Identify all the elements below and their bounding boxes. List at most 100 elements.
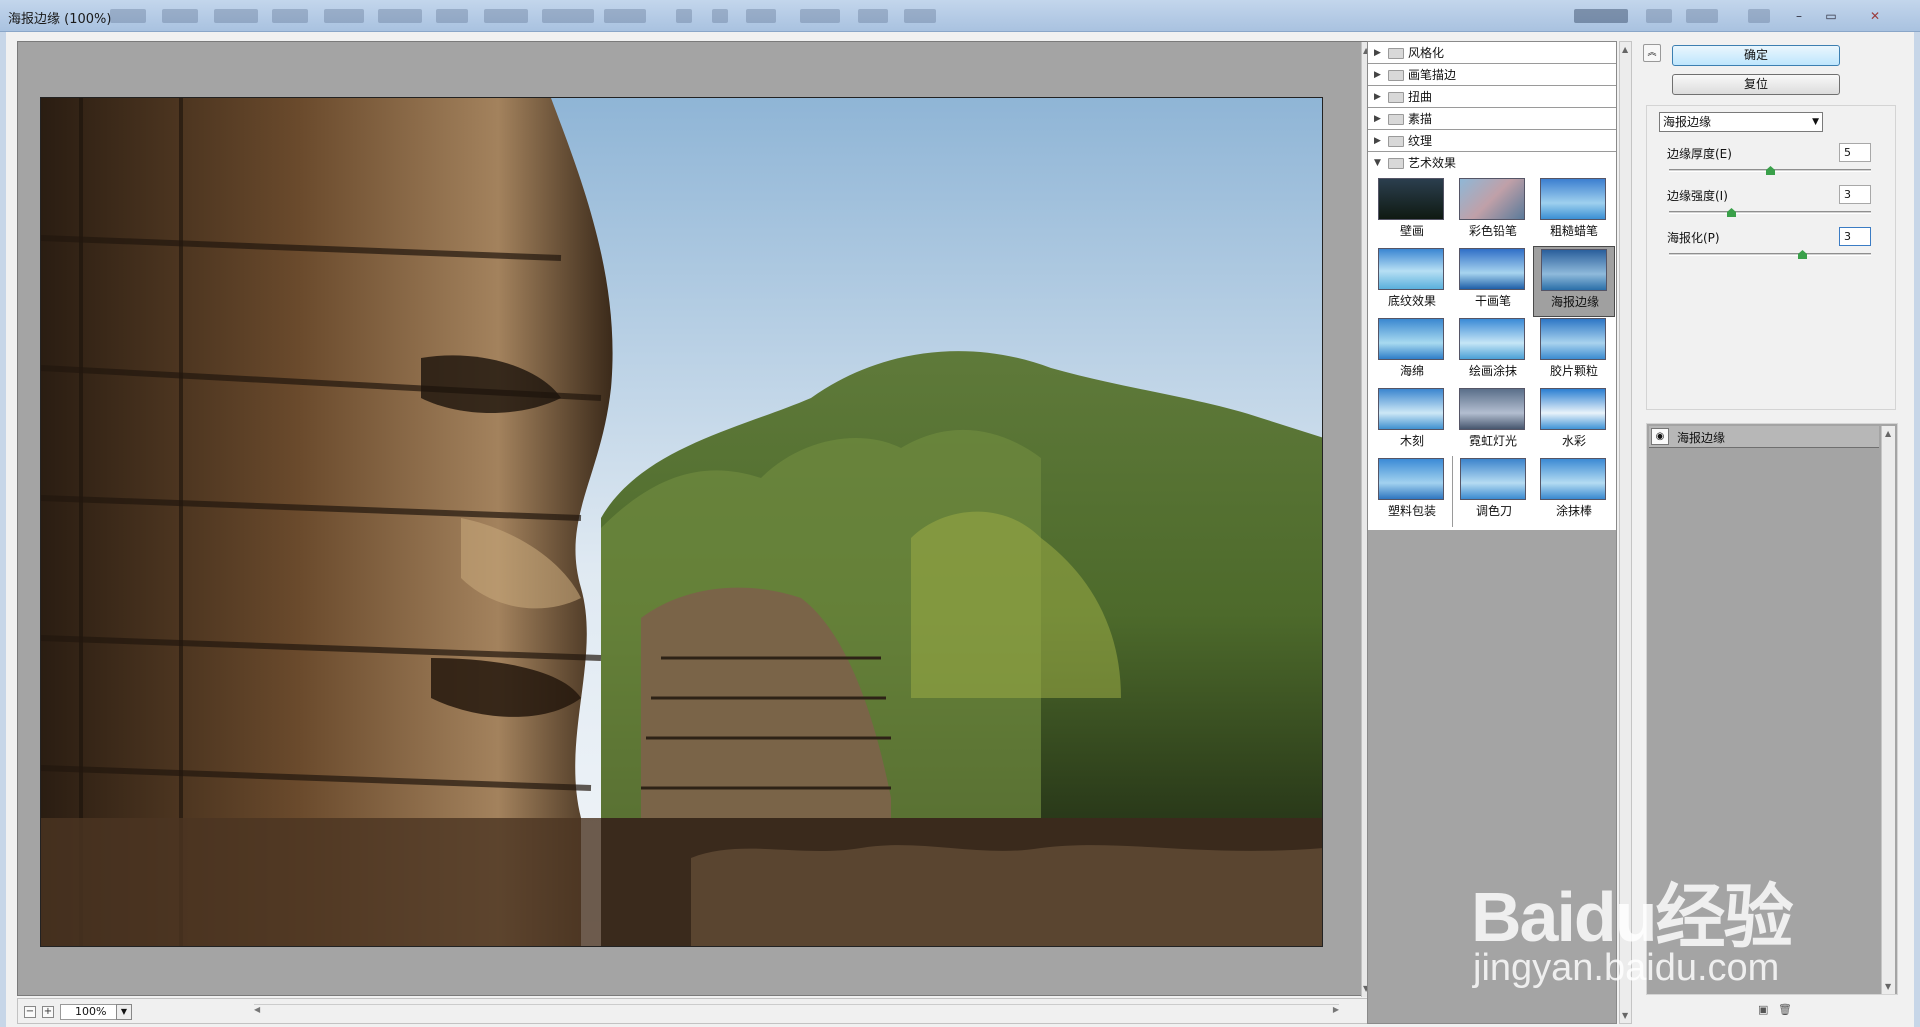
edge-thickness-label: 边缘厚度(E) bbox=[1667, 147, 1732, 161]
filter-thumb[interactable]: 彩色铅笔 bbox=[1452, 176, 1534, 247]
folder-icon bbox=[1388, 48, 1404, 59]
filter-thumbnail-grid: 壁画 彩色铅笔 粗糙蜡笔 底纹效果 干画笔 海报边缘 海绵 绘画涂抹 胶片颗粒 … bbox=[1371, 176, 1615, 527]
expand-arrow-icon[interactable]: ▶ bbox=[1374, 64, 1381, 86]
preview-horizontal-scrollbar[interactable]: ◀ ▶ bbox=[254, 1004, 1339, 1018]
thumb-label: 绘画涂抹 bbox=[1468, 364, 1517, 378]
filter-thumb[interactable]: 水彩 bbox=[1533, 386, 1615, 457]
thumb-label: 海报边缘 bbox=[1550, 295, 1599, 309]
thumb-image bbox=[1378, 458, 1444, 500]
folder-icon bbox=[1388, 136, 1404, 147]
filter-list-scrollbar[interactable]: ▲ ▼ bbox=[1619, 41, 1632, 1024]
category-distort[interactable]: ▶ 扭曲 bbox=[1368, 86, 1616, 108]
filter-thumb[interactable]: 壁画 bbox=[1371, 176, 1453, 247]
zoom-level-field[interactable]: 100% bbox=[60, 1004, 118, 1020]
posterization-label: 海报化(P) bbox=[1667, 231, 1720, 245]
folder-open-icon bbox=[1388, 158, 1404, 169]
new-effect-layer-icon[interactable]: ▣ bbox=[1758, 1003, 1768, 1016]
filter-thumb[interactable]: 木刻 bbox=[1371, 386, 1453, 457]
scroll-down-icon[interactable]: ▼ bbox=[1622, 1011, 1628, 1020]
preview-image-art bbox=[41, 98, 1322, 946]
edge-thickness-slider[interactable] bbox=[1669, 166, 1871, 175]
expand-arrow-icon[interactable]: ▶ bbox=[1374, 108, 1381, 130]
thumb-label: 底纹效果 bbox=[1387, 294, 1436, 308]
scroll-left-icon[interactable]: ◀ bbox=[254, 1005, 260, 1014]
filter-thumb[interactable]: 涂抹棒 bbox=[1533, 456, 1615, 527]
thumb-image bbox=[1459, 388, 1525, 430]
menu-placeholder bbox=[162, 9, 198, 23]
reset-button[interactable]: 复位 bbox=[1672, 74, 1840, 95]
filter-thumb[interactable]: 干画笔 bbox=[1452, 246, 1534, 317]
zoom-out-button[interactable]: − bbox=[24, 1006, 36, 1018]
slider-knob[interactable] bbox=[1766, 166, 1775, 175]
thumb-label: 干画笔 bbox=[1474, 294, 1511, 308]
filter-thumb[interactable]: 底纹效果 bbox=[1371, 246, 1453, 317]
ok-button[interactable]: 确定 bbox=[1672, 45, 1840, 66]
toolbar-icon bbox=[800, 9, 840, 23]
collapse-arrow-icon[interactable]: ▼ bbox=[1374, 152, 1381, 174]
eye-icon[interactable]: ◉ bbox=[1651, 428, 1669, 445]
folder-icon bbox=[1388, 70, 1404, 81]
filter-thumb[interactable]: 海绵 bbox=[1371, 316, 1453, 387]
category-label: 风格化 bbox=[1408, 46, 1445, 60]
thumb-image bbox=[1378, 178, 1444, 220]
trash-icon[interactable]: 🗑 bbox=[1778, 1003, 1792, 1016]
effect-layers-panel: ◉ 海报边缘 ▲ ▼ bbox=[1646, 423, 1898, 995]
expand-arrow-icon[interactable]: ▶ bbox=[1374, 86, 1381, 108]
category-artistic[interactable]: ▼ 艺术效果 bbox=[1368, 152, 1616, 174]
expand-arrow-icon[interactable]: ▶ bbox=[1374, 42, 1381, 64]
preview-status-bar: − + 100% ▼ ◀ ▶ bbox=[17, 998, 1372, 1024]
edge-intensity-label: 边缘强度(I) bbox=[1667, 189, 1728, 203]
minimize-icon[interactable]: – bbox=[1786, 8, 1812, 24]
filter-thumb[interactable]: 霓虹灯光 bbox=[1452, 386, 1534, 457]
folder-icon bbox=[1388, 92, 1404, 103]
zoom-dropdown-icon[interactable]: ▼ bbox=[116, 1004, 132, 1020]
toolbar-icon bbox=[904, 9, 936, 23]
category-brush-strokes[interactable]: ▶ 画笔描边 bbox=[1368, 64, 1616, 86]
slider-knob[interactable] bbox=[1727, 208, 1736, 217]
posterization-slider[interactable] bbox=[1669, 250, 1871, 259]
effect-layer-name: 海报边缘 bbox=[1677, 431, 1726, 445]
filter-thumb[interactable]: 粗糙蜡笔 bbox=[1533, 176, 1615, 247]
edge-thickness-field[interactable]: 5 bbox=[1839, 143, 1871, 162]
scroll-up-icon[interactable]: ▲ bbox=[1622, 45, 1628, 54]
filter-thumb-selected[interactable]: 海报边缘 bbox=[1533, 246, 1615, 317]
thumb-image bbox=[1540, 318, 1606, 360]
scroll-right-icon[interactable]: ▶ bbox=[1333, 1005, 1339, 1014]
preview-area[interactable]: ▲ ▼ bbox=[17, 41, 1373, 997]
scroll-up-icon[interactable]: ▲ bbox=[1885, 429, 1891, 438]
effect-layer-item[interactable]: ◉ 海报边缘 bbox=[1649, 426, 1879, 448]
expand-arrow-icon[interactable]: ▶ bbox=[1374, 130, 1381, 152]
menu-placeholder bbox=[272, 9, 308, 23]
category-label: 艺术效果 bbox=[1408, 156, 1457, 170]
thumb-image bbox=[1460, 458, 1526, 500]
filter-thumb[interactable]: 胶片颗粒 bbox=[1533, 316, 1615, 387]
category-stylize[interactable]: ▶ 风格化 bbox=[1368, 42, 1616, 64]
layers-scrollbar[interactable]: ▲ ▼ bbox=[1881, 426, 1895, 994]
close-icon[interactable]: ✕ bbox=[1862, 8, 1888, 24]
toolbar-icon bbox=[858, 9, 888, 23]
menu-placeholder bbox=[378, 9, 422, 23]
filter-thumb[interactable]: 绘画涂抹 bbox=[1452, 316, 1534, 387]
category-texture[interactable]: ▶ 纹理 bbox=[1368, 130, 1616, 152]
menu-placeholder bbox=[542, 9, 594, 23]
filter-thumb[interactable]: 塑料包装 bbox=[1371, 456, 1453, 527]
layers-footer: ▣ 🗑 bbox=[1646, 999, 1898, 1021]
posterization-field[interactable]: 3 bbox=[1839, 227, 1871, 246]
maximize-icon[interactable]: ▭ bbox=[1818, 8, 1844, 24]
category-sketch[interactable]: ▶ 素描 bbox=[1368, 108, 1616, 130]
slider-knob[interactable] bbox=[1798, 250, 1807, 259]
collapse-gallery-icon[interactable]: ︽ bbox=[1643, 44, 1661, 62]
thumb-image bbox=[1459, 318, 1525, 360]
filter-select[interactable]: 海报边缘 ▼ bbox=[1659, 112, 1823, 132]
thumb-image bbox=[1459, 248, 1525, 290]
edge-intensity-field[interactable]: 3 bbox=[1839, 185, 1871, 204]
scroll-down-icon[interactable]: ▼ bbox=[1885, 982, 1891, 991]
title-bar: 海报边缘 (100%) – ▭ ✕ bbox=[0, 0, 1920, 32]
thumb-label: 粗糙蜡笔 bbox=[1549, 224, 1598, 238]
zoom-in-button[interactable]: + bbox=[42, 1006, 54, 1018]
edge-intensity-slider[interactable] bbox=[1669, 208, 1871, 217]
menu-placeholder bbox=[436, 9, 468, 23]
toolbar-icon bbox=[676, 9, 692, 23]
toolbar-icon bbox=[1646, 9, 1672, 23]
filter-thumb[interactable]: 调色刀 bbox=[1452, 456, 1534, 527]
